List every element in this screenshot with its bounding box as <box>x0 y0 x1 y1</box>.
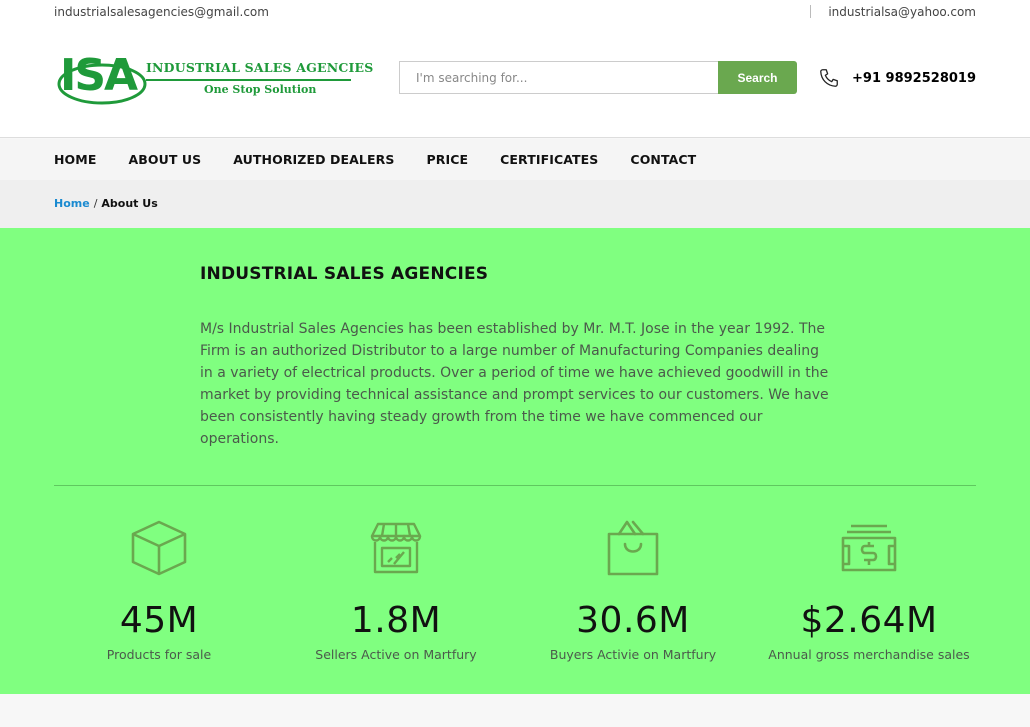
store-icon <box>370 522 422 574</box>
breadcrumb-home-link[interactable]: Home <box>54 197 90 210</box>
phone-contact[interactable]: +91 9892528019 <box>818 66 976 90</box>
money-icon <box>841 524 897 572</box>
stat-label: Sellers Active on Martfury <box>315 647 477 662</box>
svg-text:ISA: ISA <box>60 50 138 101</box>
search-input[interactable] <box>399 61 721 94</box>
nav-item-authorized-dealers[interactable]: AUTHORIZED DEALERS <box>233 152 394 167</box>
shopping-bag-icon <box>607 520 659 576</box>
stat-value: 30.6M <box>576 600 690 641</box>
breadcrumb-separator: / <box>93 197 98 210</box>
about-title: INDUSTRIAL SALES AGENCIES <box>200 264 489 284</box>
box-icon <box>131 520 187 576</box>
stat-products: 45M Products for sale <box>39 518 279 662</box>
stat-label: Buyers Activie on Martfury <box>549 647 717 662</box>
nav-item-home[interactable]: HOME <box>54 152 96 167</box>
about-description: M/s Industrial Sales Agencies has been e… <box>200 321 829 447</box>
phone-number: +91 9892528019 <box>852 70 976 86</box>
nav-item-price[interactable]: PRICE <box>426 152 468 167</box>
stat-label: Annual gross merchandise sales <box>768 647 970 662</box>
stat-sales: $2.64M Annual gross merchandise sales <box>749 518 989 662</box>
phone-icon <box>820 69 838 87</box>
stat-value: 1.8M <box>350 600 442 641</box>
top-bar-divider <box>810 5 811 18</box>
site-header: ISA INDUSTRIAL SALES AGENCIES One Stop S… <box>0 28 1030 138</box>
nav-item-certificates[interactable]: CERTIFICATES <box>500 152 598 167</box>
main-nav: HOME ABOUT US AUTHORIZED DEALERS PRICE C… <box>0 139 1030 180</box>
email-link-yahoo[interactable]: industrialsa@yahoo.com <box>828 5 976 19</box>
about-section: INDUSTRIAL SALES AGENCIES M/s Industrial… <box>0 228 1030 694</box>
logo-company-name: INDUSTRIAL SALES AGENCIES <box>146 60 374 75</box>
stat-buyers: 30.6M Buyers Activie on Martfury <box>513 518 753 662</box>
logo-tagline: One Stop Solution <box>204 83 317 96</box>
breadcrumb-current: About Us <box>101 197 158 210</box>
site-logo[interactable]: ISA INDUSTRIAL SALES AGENCIES One Stop S… <box>56 46 373 110</box>
breadcrumb: Home / About Us <box>0 180 1030 228</box>
section-divider <box>54 485 976 486</box>
stat-label: Products for sale <box>106 647 212 662</box>
top-bar: industrialsalesagencies@gmail.com indust… <box>0 0 1030 28</box>
email-link-gmail[interactable]: industrialsalesagencies@gmail.com <box>54 5 269 19</box>
nav-item-contact[interactable]: CONTACT <box>630 152 696 167</box>
nav-item-about-us[interactable]: ABOUT US <box>128 152 201 167</box>
stat-value: 45M <box>119 600 199 641</box>
isa-logo-mark: ISA <box>57 50 147 105</box>
search-button[interactable]: Search <box>718 61 797 94</box>
stat-sellers: 1.8M Sellers Active on Martfury <box>276 518 516 662</box>
logo-rule <box>146 79 351 81</box>
search-form: Search <box>399 61 797 94</box>
stat-value: $2.64M <box>800 600 938 641</box>
